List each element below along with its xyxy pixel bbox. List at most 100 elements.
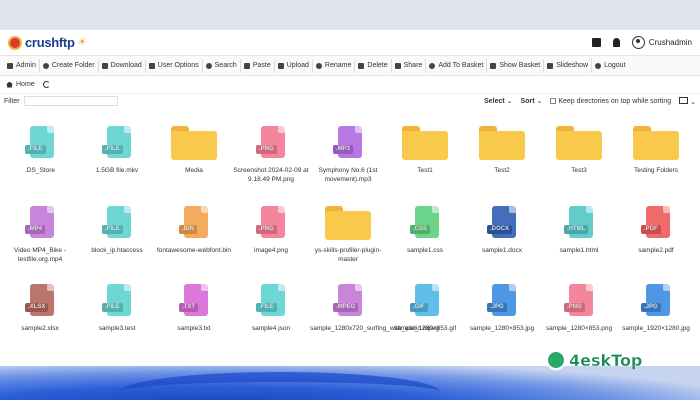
file-item[interactable]: .MP4 Video MP4_Bike - testfile.org.mp4 <box>2 206 78 264</box>
file-item[interactable]: .GIF sample_1280×853.gif <box>387 284 463 333</box>
user-menu[interactable]: Crushadmin <box>631 36 692 49</box>
select-dropdown[interactable]: Select ⌄ <box>484 97 512 105</box>
file-name: sample1.docx <box>481 247 523 254</box>
toolbar-button-slideshow[interactable]: Slideshow <box>544 58 593 73</box>
toolbar-button-delete[interactable]: Delete <box>355 58 392 73</box>
toolbar-button-label: Search <box>214 62 237 69</box>
top-bar: crushftp ☀ Crushadmin <box>0 30 700 56</box>
toolbar-button-label: Add To Basket <box>438 62 484 69</box>
sort-dropdown[interactable]: Sort ⌄ <box>521 97 543 105</box>
file-item[interactable]: .FILE sample4.json <box>233 284 309 333</box>
sun-icon: ☀ <box>77 37 87 48</box>
toolbar-button-upload[interactable]: Upload <box>275 58 313 73</box>
file-name: 1.5GB file.mkv <box>95 167 139 174</box>
file-type-tag: .GIF <box>410 303 428 312</box>
file-type-tag: .FILE <box>102 225 123 234</box>
folder-icon <box>325 206 371 244</box>
file-name: sample_1280×853.jpg <box>469 325 535 332</box>
chevron-down-icon: ⌄ <box>690 98 696 106</box>
file-type-tag: .PDF <box>641 225 661 234</box>
file-icon: .MP3 <box>333 126 363 164</box>
toolbar-button-add-to-basket[interactable]: Add To Basket <box>426 58 488 73</box>
basket-icon <box>490 62 497 69</box>
crushftp-window: crushftp ☀ Crushadmin Admin Create Folder… <box>0 30 700 366</box>
file-item[interactable]: .MP3 Symphony No.6 (1st movement).mp3 <box>310 126 386 184</box>
file-icon: .FILE <box>25 126 55 164</box>
toolbar-button-create-folder[interactable]: Create Folder <box>40 58 99 73</box>
toolbar-button-label: Upload <box>286 62 309 69</box>
toolbar-button-paste[interactable]: Paste <box>241 58 275 73</box>
file-item[interactable]: .FILE block_ip.htaccess <box>79 206 155 255</box>
file-type-tag: .DOCX <box>487 225 513 234</box>
file-icon: .DOCX <box>487 206 517 244</box>
toolbar-button-admin[interactable]: Admin <box>4 58 40 73</box>
file-name: Test3 <box>571 167 587 174</box>
filter-input[interactable] <box>23 96 118 106</box>
filter-label: Filter <box>4 97 20 105</box>
folder-item[interactable]: Test3 <box>541 126 617 175</box>
file-name: sample_1280×853.gif <box>393 325 457 332</box>
file-item[interactable]: .HTML sample1.html <box>541 206 617 255</box>
bell-icon[interactable] <box>612 38 620 47</box>
file-item[interactable]: .BIN fontawesome-webfont.bin <box>156 206 232 255</box>
logo-text: crushftp <box>25 35 75 50</box>
desktop-wallpaper <box>0 366 700 400</box>
file-item[interactable]: .TXT sample3.txt <box>156 284 232 333</box>
toolbar-button-label: Download <box>110 62 142 69</box>
file-name: sample2.pdf <box>638 247 674 254</box>
file-item[interactable]: .PDF sample2.pdf <box>618 206 694 255</box>
toolbar: Admin Create Folder Download User Options Se… <box>0 56 700 76</box>
file-icon: .PNG <box>564 284 594 322</box>
file-icon: .JPG <box>487 284 517 322</box>
file-item[interactable]: .PNG sample_1280×853.png <box>541 284 617 333</box>
toolbar-button-share[interactable]: Share <box>392 58 427 73</box>
toolbar-button-logout[interactable]: Logout <box>592 59 628 73</box>
file-item[interactable]: .DOCX sample1.docx <box>464 206 540 255</box>
folder-item[interactable]: Media <box>156 126 232 175</box>
file-item[interactable]: .JPG sample_1280×853.jpg <box>464 284 540 333</box>
file-name: ys-skills-profiler-plugin-master <box>314 247 382 263</box>
folder-item[interactable]: Testing Folders <box>618 126 694 175</box>
folder-icon <box>402 126 448 164</box>
folder-item[interactable]: ys-skills-profiler-plugin-master <box>310 206 386 264</box>
toolbar-button-label: Create Folder <box>51 62 95 69</box>
file-item[interactable]: .FILE sample3.test <box>79 284 155 333</box>
file-name: Video MP4_Bike - testfile.org.mp4 <box>14 247 66 263</box>
folder-item[interactable]: Test2 <box>464 126 540 175</box>
file-name: block_ip.htaccess <box>91 247 143 254</box>
toolbar-button-label: Slideshow <box>556 62 589 69</box>
file-item[interactable]: .FILE .DS_Store <box>2 126 78 175</box>
file-item[interactable]: .CSS sample1.css <box>387 206 463 255</box>
toolbar-button-show-basket[interactable]: Show Basket <box>487 58 545 73</box>
view-toggle[interactable]: ⌄ <box>679 96 696 106</box>
file-name: Symphony No.6 (1st movement).mp3 <box>318 167 378 183</box>
gear-icon <box>148 62 155 69</box>
logo[interactable]: crushftp ☀ <box>8 35 87 50</box>
file-icon: .MP4 <box>25 206 55 244</box>
breadcrumb-home[interactable]: Home <box>6 81 35 88</box>
file-name: sample2.xlsx <box>21 325 59 332</box>
file-item[interactable]: .JPG sample_1920×1280.jpg <box>618 284 694 333</box>
file-item[interactable]: .PNG image4.png <box>233 206 309 255</box>
refresh-icon[interactable] <box>42 81 50 88</box>
file-icon: .FILE <box>102 284 132 322</box>
file-item[interactable]: .XLSX sample2.xlsx <box>2 284 78 333</box>
file-item[interactable]: .MPEG sample_1280x720_surfing_with_audio.… <box>310 284 439 333</box>
folder-plus-icon <box>42 62 49 69</box>
file-item[interactable]: .PNG Screenshot 2024-02-09 at 9.18.49 PM.… <box>233 126 309 184</box>
toolbar-button-rename[interactable]: Rename <box>313 58 356 73</box>
cart-icon[interactable] <box>591 38 601 47</box>
file-type-tag: .MPEG <box>333 303 359 312</box>
toolbar-button-search[interactable]: Search <box>203 58 241 73</box>
keep-dirs-option[interactable]: Keep directories on top while sorting <box>550 98 671 105</box>
file-icon: .BIN <box>179 206 209 244</box>
toolbar-button-download[interactable]: Download <box>99 58 146 73</box>
toolbar-button-label: Show Basket <box>499 62 541 69</box>
chevron-down-icon: ⌄ <box>536 98 543 105</box>
file-name: sample3.test <box>98 325 136 332</box>
file-item[interactable]: .FILE 1.5GB file.mkv <box>79 126 155 175</box>
folder-item[interactable]: Test1 <box>387 126 463 175</box>
keep-dirs-checkbox[interactable] <box>550 97 557 104</box>
toolbar-button-user-options[interactable]: User Options <box>146 58 203 73</box>
watermark-logo-icon <box>546 350 566 370</box>
